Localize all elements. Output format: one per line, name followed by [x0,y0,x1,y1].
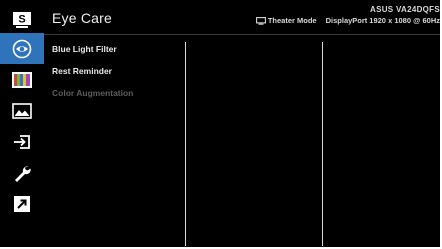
sidebar-item-shortcut[interactable] [0,188,44,219]
menu-item-color-augmentation: Color Augmentation [52,88,134,98]
osd-menu: S Eye Care ASUS VA24DQFS Theater Mode Di… [0,0,442,249]
sidebar: S [0,0,44,249]
resolution-label: 1920 x 1080 @ 60Hz [369,16,440,25]
color-bars-icon [12,71,32,88]
status-line: Theater Mode DisplayPort 1920 x 1080 @ 6… [255,16,440,25]
sidebar-item-eye-care[interactable] [0,33,44,64]
sidebar-item-image[interactable] [0,95,44,126]
menu-item-blue-light-filter[interactable]: Blue Light Filter [52,44,133,55]
input-label: DisplayPort [325,16,368,25]
menu-item-rest-reminder[interactable]: Rest Reminder [52,66,133,77]
column-divider-2 [322,42,323,246]
mode-label: Theater Mode [267,16,317,25]
sidebar-item-color[interactable] [0,64,44,95]
sidebar-item-splendid[interactable]: S [0,4,44,35]
wrench-icon [15,165,31,182]
menu-list: Blue Light Filter Rest Reminder Color Au… [52,44,133,110]
input-icon [14,134,30,149]
sidebar-item-input-select[interactable] [0,126,44,157]
shortcut-arrow-icon [14,195,30,212]
model-name: ASUS VA24DQFS [370,5,440,14]
header-bar: Eye Care ASUS VA24DQFS Theater Mode Disp… [44,0,442,35]
sidebar-item-system-setup[interactable] [0,157,44,188]
splendid-icon: S [13,11,31,28]
page-title: Eye Care [52,10,112,26]
image-icon [12,102,32,119]
content-area: Blue Light Filter Rest Reminder Color Au… [44,35,442,249]
splendid-icon-label: S [18,13,25,25]
eye-icon [12,39,32,58]
column-divider-1 [185,42,186,246]
monitor-icon [255,16,266,25]
